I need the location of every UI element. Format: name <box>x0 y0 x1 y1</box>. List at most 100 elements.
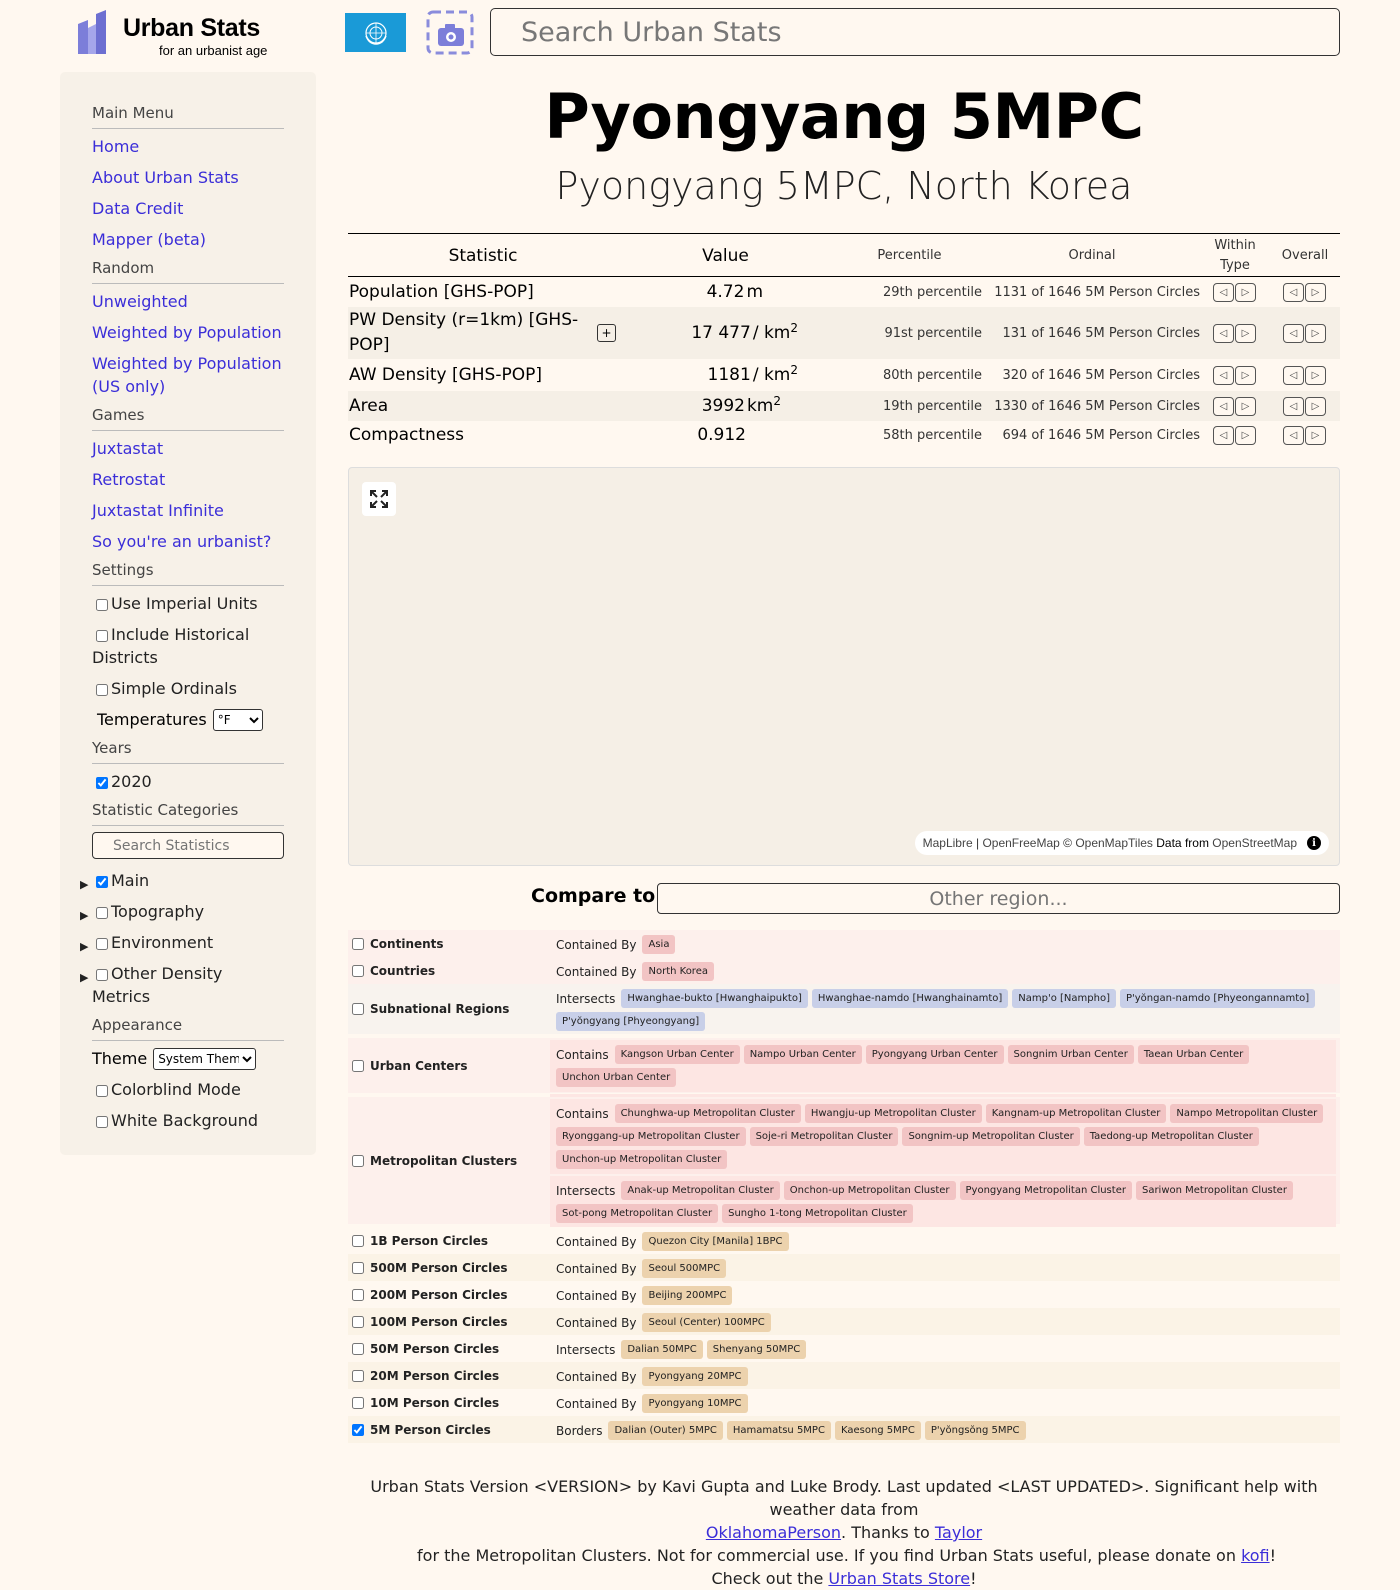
region-chip-link[interactable]: Sungho 1-tong Metropolitan Cluster <box>722 1204 913 1223</box>
openfreemap-link[interactable]: OpenFreeMap <box>982 836 1059 850</box>
stat-name[interactable]: Compactness <box>349 421 589 449</box>
related-type[interactable]: Urban Centers <box>352 1038 468 1093</box>
colorblind-option[interactable]: Colorblind Mode <box>92 1078 284 1101</box>
screenshot-camera-icon[interactable] <box>426 10 474 55</box>
related-type[interactable]: 50M Person Circles <box>352 1335 499 1362</box>
related-type-checkbox[interactable] <box>352 1234 364 1247</box>
previous-arrow-icon[interactable]: ◁ <box>1213 425 1234 445</box>
region-chip-link[interactable]: Pyongyang 20MPC <box>642 1367 748 1386</box>
region-chip-link[interactable]: Unchon Urban Center <box>556 1068 677 1087</box>
region-chip-link[interactable]: Ryonggang-up Metropolitan Cluster <box>556 1127 746 1146</box>
region-chip-link[interactable]: Kangson Urban Center <box>614 1045 740 1064</box>
region-chip-link[interactable]: Anak-up Metropolitan Cluster <box>621 1181 780 1200</box>
region-chip-link[interactable]: Hamamatsu 5MPC <box>726 1421 831 1440</box>
expand-triangle-icon[interactable]: ▶ <box>80 904 88 927</box>
previous-arrow-icon[interactable]: ◁ <box>1213 396 1234 416</box>
random-weighted-link[interactable]: Weighted by Population <box>92 321 284 344</box>
related-type-checkbox[interactable] <box>352 964 364 977</box>
category-other-density[interactable]: ▶ Other Density Metrics <box>80 962 284 1008</box>
region-chip-link[interactable]: Taedong-up Metropolitan Cluster <box>1083 1127 1259 1146</box>
region-chip-link[interactable]: Dalian 50MPC <box>621 1340 703 1359</box>
historical-districts-checkbox[interactable] <box>96 630 108 642</box>
map[interactable]: MapLibre | OpenFreeMap © OpenMapTiles Da… <box>348 467 1340 866</box>
region-chip-link[interactable]: Songnim-up Metropolitan Cluster <box>902 1127 1080 1146</box>
statistics-search-input[interactable] <box>92 832 284 859</box>
region-chip-link[interactable]: Namp'o [Nampho] <box>1012 989 1116 1008</box>
related-type-checkbox[interactable] <box>352 937 364 950</box>
region-chip-link[interactable]: Sot-pong Metropolitan Cluster <box>556 1204 719 1223</box>
related-type-checkbox[interactable] <box>352 1342 364 1355</box>
simple-ordinals-checkbox[interactable] <box>96 684 108 696</box>
openmaptiles-link[interactable]: OpenMapTiles <box>1075 836 1153 850</box>
region-chip-link[interactable]: Kaesong 5MPC <box>834 1421 921 1440</box>
region-chip-link[interactable]: P'yŏngyang [Phyeongyang] <box>556 1012 706 1031</box>
expand-triangle-icon[interactable]: ▶ <box>80 873 88 896</box>
year-2020-checkbox[interactable] <box>96 777 108 789</box>
temperature-unit-select[interactable]: °F <box>212 708 263 731</box>
next-arrow-icon[interactable]: ▷ <box>1235 323 1256 343</box>
home-link[interactable]: Home <box>92 135 284 158</box>
stat-name[interactable]: Population [GHS-POP] <box>349 277 589 307</box>
region-chip-link[interactable]: P'yŏngan-namdo [Phyeongannamto] <box>1119 989 1316 1008</box>
category-main-checkbox[interactable] <box>96 876 108 888</box>
previous-arrow-icon[interactable]: ◁ <box>1283 396 1304 416</box>
category-other-density-checkbox[interactable] <box>96 969 108 981</box>
category-environment[interactable]: ▶ Environment <box>80 931 284 954</box>
category-topography-checkbox[interactable] <box>96 907 108 919</box>
mapper-link[interactable]: Mapper (beta) <box>92 228 284 251</box>
next-arrow-icon[interactable]: ▷ <box>1235 365 1256 385</box>
region-chip-link[interactable]: Dalian (Outer) 5MPC <box>608 1421 723 1440</box>
main-search-input[interactable] <box>490 8 1340 56</box>
statistic-header[interactable]: Statistic <box>408 234 558 277</box>
previous-arrow-icon[interactable]: ◁ <box>1213 323 1234 343</box>
taylor-link[interactable]: Taylor <box>935 1523 982 1542</box>
info-icon[interactable]: i <box>1307 836 1321 850</box>
related-type-checkbox[interactable] <box>352 1059 364 1072</box>
region-chip-link[interactable]: North Korea <box>642 962 714 981</box>
related-type-checkbox[interactable] <box>352 1003 364 1015</box>
juxtastat-infinite-link[interactable]: Juxtastat Infinite <box>92 499 284 522</box>
related-type-checkbox[interactable] <box>352 1369 364 1382</box>
region-chip-link[interactable]: Kangnam-up Metropolitan Cluster <box>985 1104 1167 1123</box>
previous-arrow-icon[interactable]: ◁ <box>1213 365 1234 385</box>
region-chip-link[interactable]: Hwangju-up Metropolitan Cluster <box>804 1104 982 1123</box>
region-chip-link[interactable]: Pyongyang 10MPC <box>642 1394 748 1413</box>
related-type[interactable]: Countries <box>352 957 435 984</box>
related-type[interactable]: 1B Person Circles <box>352 1227 488 1254</box>
region-chip-link[interactable]: Onchon-up Metropolitan Cluster <box>783 1181 956 1200</box>
related-type-checkbox[interactable] <box>352 1396 364 1409</box>
next-arrow-icon[interactable]: ▷ <box>1235 396 1256 416</box>
imperial-units-checkbox[interactable] <box>96 599 108 611</box>
expand-plus-button[interactable]: + <box>597 307 616 359</box>
region-chip-link[interactable]: Seoul (Center) 100MPC <box>642 1313 771 1332</box>
region-chip-link[interactable]: Chunghwa-up Metropolitan Cluster <box>614 1104 801 1123</box>
expand-triangle-icon[interactable]: ▶ <box>80 935 88 958</box>
related-type[interactable]: 500M Person Circles <box>352 1254 507 1281</box>
region-chip-link[interactable]: Seoul 500MPC <box>642 1259 727 1278</box>
region-chip-link[interactable]: Beijing 200MPC <box>642 1286 733 1305</box>
region-chip-link[interactable]: Nampo Urban Center <box>743 1045 862 1064</box>
related-type[interactable]: 10M Person Circles <box>352 1389 499 1416</box>
next-arrow-icon[interactable]: ▷ <box>1305 396 1326 416</box>
store-link[interactable]: Urban Stats Store <box>828 1569 970 1588</box>
related-type[interactable]: 20M Person Circles <box>352 1362 499 1389</box>
kofi-link[interactable]: kofi <box>1241 1546 1270 1565</box>
region-chip-link[interactable]: Nampo Metropolitan Cluster <box>1170 1104 1324 1123</box>
imperial-units-option[interactable]: Use Imperial Units <box>92 592 284 615</box>
related-type-checkbox[interactable] <box>352 1261 364 1274</box>
data-credit-link[interactable]: Data Credit <box>92 197 284 220</box>
random-weighted-us-link[interactable]: Weighted by Population (US only) <box>92 352 284 398</box>
white-background-option[interactable]: White Background <box>92 1109 284 1132</box>
previous-arrow-icon[interactable]: ◁ <box>1283 365 1304 385</box>
urbanist-quiz-link[interactable]: So you're an urbanist? <box>92 530 284 553</box>
region-chip-link[interactable]: Quezon City [Manila] 1BPC <box>642 1232 789 1251</box>
related-type[interactable]: 5M Person Circles <box>352 1416 491 1443</box>
region-chip-link[interactable]: Shenyang 50MPC <box>706 1340 807 1359</box>
previous-arrow-icon[interactable]: ◁ <box>1283 323 1304 343</box>
region-chip-link[interactable]: Hwanghae-namdo [Hwanghainamto] <box>811 989 1009 1008</box>
maplibre-link[interactable]: MapLibre <box>923 836 973 850</box>
region-chip-link[interactable]: Taean Urban Center <box>1137 1045 1250 1064</box>
plus-icon[interactable]: + <box>597 324 616 342</box>
region-chip-link[interactable]: Unchon-up Metropolitan Cluster <box>556 1150 728 1169</box>
region-chip-link[interactable]: Asia <box>642 935 676 954</box>
